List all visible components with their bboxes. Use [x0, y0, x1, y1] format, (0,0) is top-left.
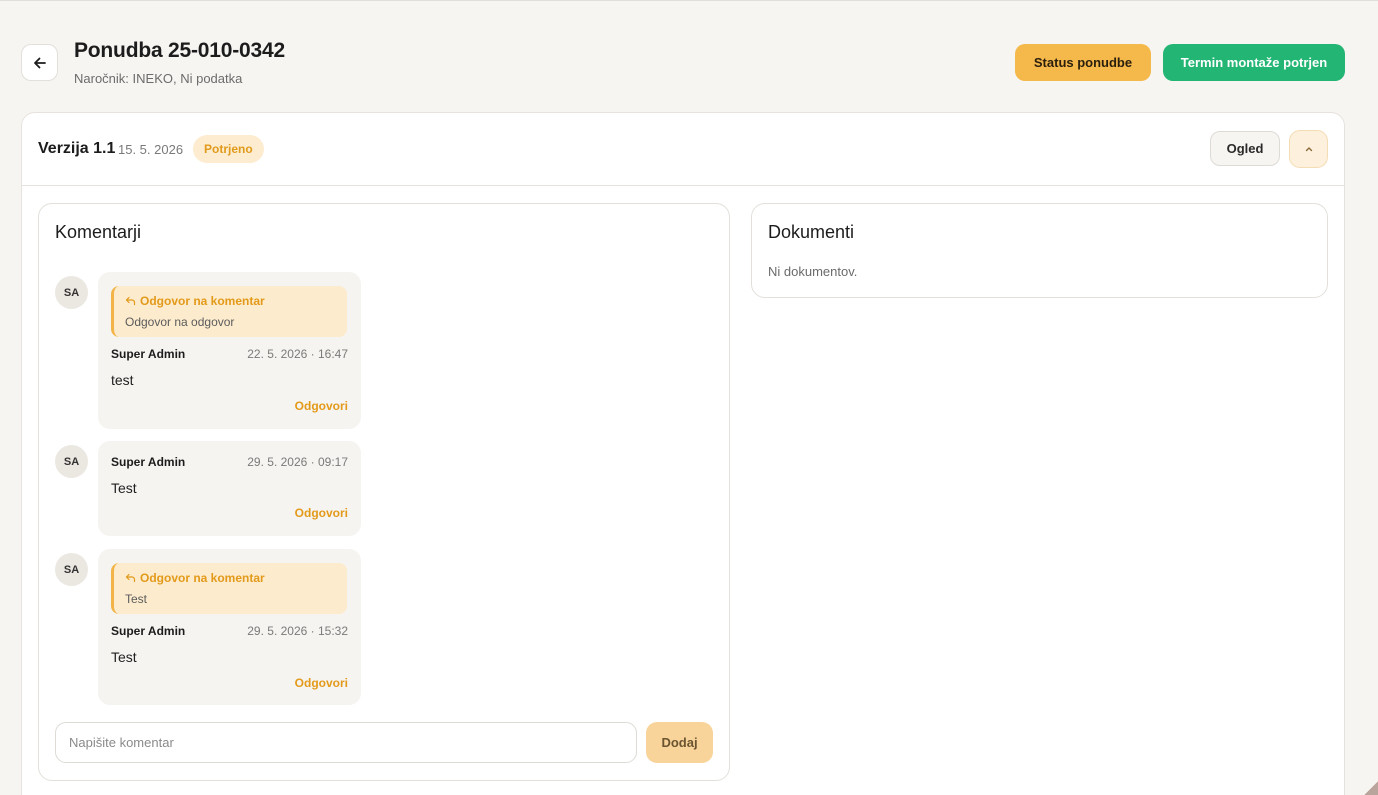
- comment-bubble: Odgovor na komentar Odgovor na odgovor S…: [98, 272, 361, 429]
- collapse-button[interactable]: [1289, 130, 1328, 168]
- quote-label: Odgovor na komentar: [140, 294, 265, 308]
- reply-arrow-icon: [125, 296, 136, 306]
- version-bar: Verzija 1.1 15. 5. 2026 Potrjeno Ogled: [22, 113, 1344, 186]
- add-comment-button[interactable]: Dodaj: [646, 722, 713, 763]
- quote-header: Odgovor na komentar: [125, 294, 265, 308]
- comment-author: Super Admin: [111, 455, 186, 469]
- avatar: SA: [55, 553, 88, 586]
- arrow-left-icon: [33, 57, 46, 68]
- comment-author: Super Admin: [111, 347, 186, 361]
- quote-header: Odgovor na komentar: [125, 571, 265, 585]
- comment-bubble: Odgovor na komentar Test Super Admin 29.…: [98, 549, 361, 705]
- quote-text: Test: [125, 592, 148, 606]
- comment-item: SA Odgovor na komentar Odgovor na odgovo…: [55, 272, 365, 429]
- status-badge: Potrjeno: [193, 135, 264, 163]
- comments-title: Komentarji: [55, 222, 142, 242]
- quote-label: Odgovor na komentar: [140, 571, 265, 585]
- version-card: Verzija 1.1 15. 5. 2026 Potrjeno Ogled K…: [21, 112, 1345, 795]
- version-title: Verzija 1.1: [38, 140, 116, 157]
- comments-panel: Komentarji SA Odgovor na komentar Odgovo…: [38, 203, 730, 781]
- comment-time: 29. 5. 2026 · 09:17: [247, 455, 348, 469]
- comment-item: SA Super Admin 29. 5. 2026 · 09:17 Test …: [55, 441, 365, 536]
- window-corner: [1364, 781, 1378, 795]
- comment-time: 22. 5. 2026 · 16:47: [247, 347, 348, 361]
- documents-empty-text: Ni dokumentov.: [768, 264, 858, 279]
- comment-bubble: Super Admin 29. 5. 2026 · 09:17 Test Odg…: [98, 441, 361, 536]
- ogled-button[interactable]: Ogled: [1210, 131, 1280, 166]
- reply-link[interactable]: Odgovori: [295, 506, 348, 520]
- reply-link[interactable]: Odgovori: [295, 676, 348, 690]
- chevron-up-icon: [1305, 147, 1312, 152]
- avatar: SA: [55, 445, 88, 478]
- status-button[interactable]: Status ponudbe: [1015, 44, 1151, 81]
- comment-text: test: [111, 372, 134, 388]
- comment-time: 29. 5. 2026 · 15:32: [247, 624, 348, 638]
- reply-arrow-icon: [125, 573, 136, 583]
- page-header: Ponudba 25-010-0342 Naročnik: INEKO, Ni …: [21, 39, 1345, 89]
- back-button[interactable]: [21, 44, 58, 81]
- page-title: Ponudba 25-010-0342: [74, 39, 285, 62]
- page-subtitle: Naročnik: INEKO, Ni podatka: [74, 71, 243, 86]
- quoted-comment: Odgovor na komentar Test: [111, 563, 347, 614]
- comment-text: Test: [111, 649, 137, 665]
- quote-text: Odgovor na odgovor: [125, 315, 235, 329]
- reply-link[interactable]: Odgovori: [295, 399, 348, 413]
- comment-text: Test: [111, 480, 137, 496]
- avatar: SA: [55, 276, 88, 309]
- documents-panel: Dokumenti Ni dokumentov.: [751, 203, 1328, 298]
- quoted-comment: Odgovor na komentar Odgovor na odgovor: [111, 286, 347, 337]
- documents-title: Dokumenti: [768, 222, 855, 242]
- termin-button[interactable]: Termin montaže potrjen: [1163, 44, 1345, 81]
- comment-input[interactable]: [55, 722, 637, 763]
- version-date: 15. 5. 2026: [118, 142, 184, 157]
- comment-author: Super Admin: [111, 624, 186, 638]
- comment-item: SA Odgovor na komentar Test Super Admin …: [55, 549, 365, 705]
